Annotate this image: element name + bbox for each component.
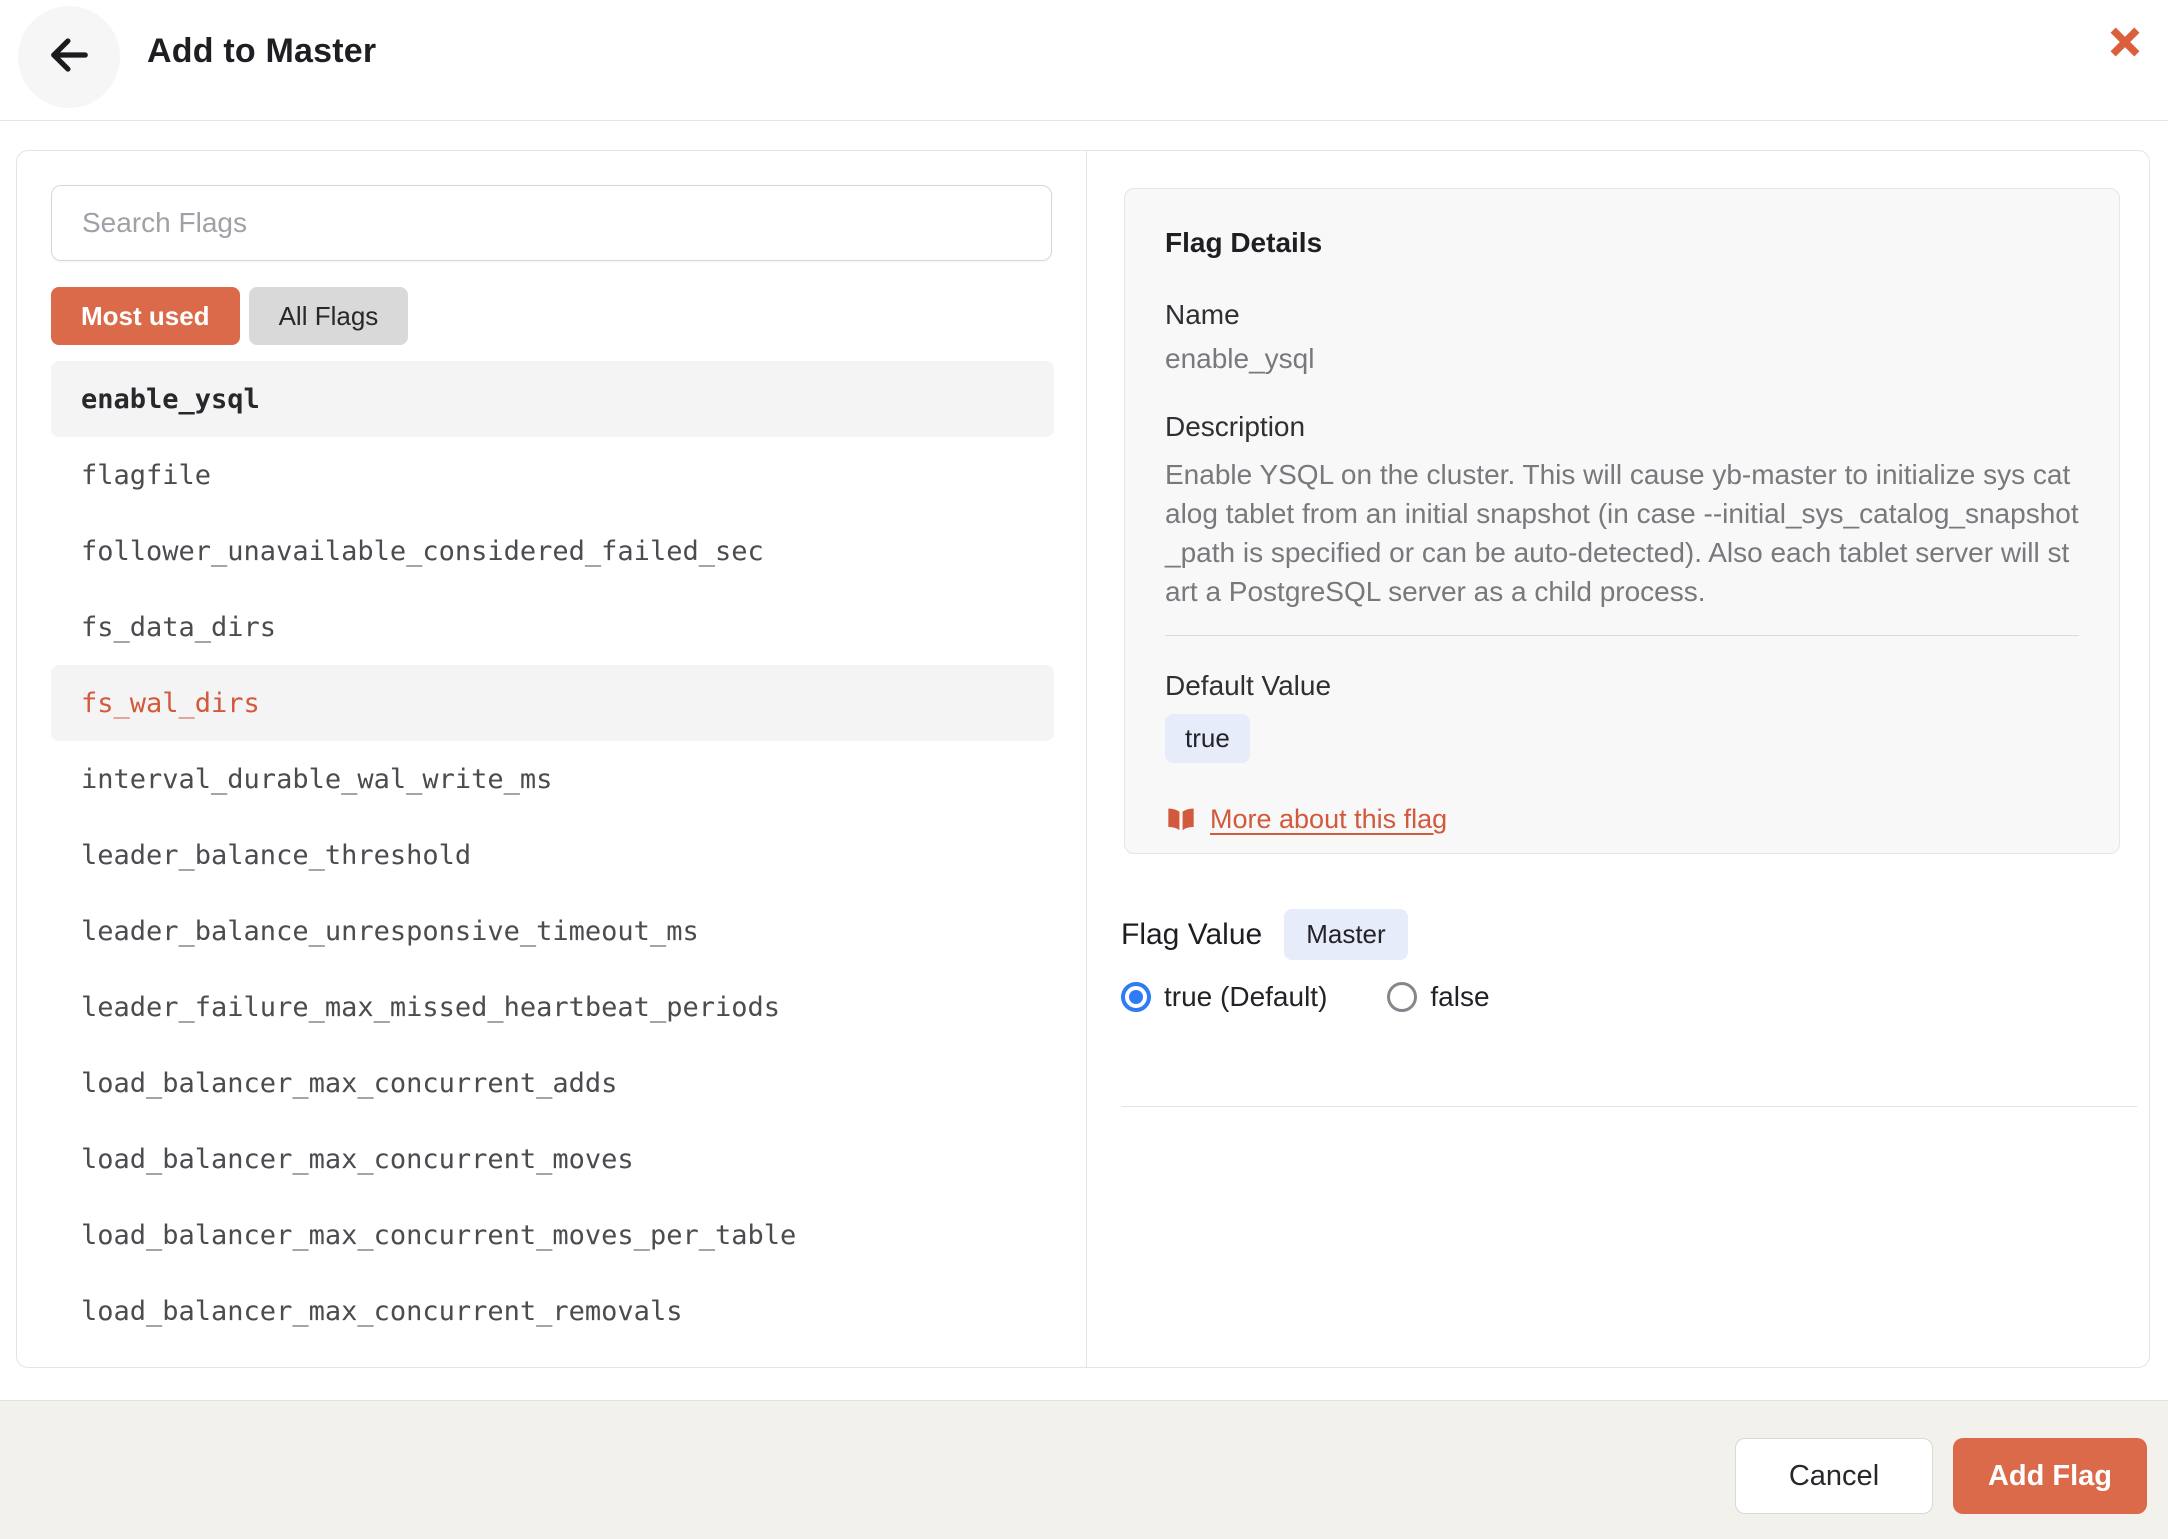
default-value-badge: true — [1165, 714, 1250, 763]
flag-value-label: Flag Value — [1121, 918, 1262, 952]
radio-label-true: true (Default) — [1164, 981, 1327, 1013]
flag-list-item-load_balancer_max_concurrent_removals[interactable]: load_balancer_max_concurrent_removals — [51, 1273, 1054, 1349]
flag-list-item-fs_data_dirs[interactable]: fs_data_dirs — [51, 589, 1054, 665]
flag-list-item-flagfile[interactable]: flagfile — [51, 437, 1054, 513]
flag-list-item-leader_balance_threshold[interactable]: leader_balance_threshold — [51, 817, 1054, 893]
modal-header: Add to Master — [0, 0, 2168, 121]
add-flag-button[interactable]: Add Flag — [1953, 1438, 2147, 1514]
flag-list-item-enable_ysql[interactable]: enable_ysql — [51, 361, 1054, 437]
flag-filter-tabs: Most used All Flags — [51, 287, 408, 345]
flag-list-item-leader_failure_max_missed_heartbeat_periods[interactable]: leader_failure_max_missed_heartbeat_peri… — [51, 969, 1054, 1045]
flag-value-radio-false[interactable]: false — [1387, 981, 1489, 1013]
tab-most-used[interactable]: Most used — [51, 287, 240, 345]
radio-label-false: false — [1430, 981, 1489, 1013]
section-divider — [1121, 1106, 2137, 1107]
flag-value-radio-group: true (Default) false — [1121, 981, 1490, 1013]
description-value: Enable YSQL on the cluster. This will ca… — [1165, 455, 2079, 611]
name-label: Name — [1165, 299, 2079, 331]
name-value: enable_ysql — [1165, 343, 2079, 375]
flag-value-row: Flag Value Master — [1121, 909, 1408, 960]
scope-badge-master: Master — [1284, 909, 1407, 960]
back-button[interactable] — [18, 6, 120, 108]
flag-value-radio-true[interactable]: true (Default) — [1121, 981, 1327, 1013]
close-button[interactable] — [2104, 23, 2146, 65]
flag-list-item-load_balancer_max_concurrent_moves_per_table[interactable]: load_balancer_max_concurrent_moves_per_t… — [51, 1197, 1054, 1273]
arrow-left-icon — [43, 29, 95, 86]
flag-list-item-load_balancer_max_concurrent_adds[interactable]: load_balancer_max_concurrent_adds — [51, 1045, 1054, 1121]
flag-list-item-follower_unavailable_considered_failed_sec[interactable]: follower_unavailable_considered_failed_s… — [51, 513, 1054, 589]
modal-body: Most used All Flags enable_ysqlflagfilef… — [16, 150, 2150, 1368]
modal-footer: Cancel Add Flag — [0, 1400, 2168, 1539]
flag-details-title: Flag Details — [1165, 227, 2079, 259]
more-about-flag-label: More about this flag — [1210, 804, 1447, 835]
flag-list: enable_ysqlflagfilefollower_unavailable_… — [51, 361, 1054, 1349]
flag-list-item-leader_balance_unresponsive_timeout_ms[interactable]: leader_balance_unresponsive_timeout_ms — [51, 893, 1054, 969]
column-divider — [1086, 151, 1087, 1367]
flag-details-card: Flag Details Name enable_ysql Descriptio… — [1124, 188, 2120, 854]
more-about-flag-link[interactable]: More about this flag — [1165, 803, 2079, 835]
flag-list-item-load_balancer_max_concurrent_moves[interactable]: load_balancer_max_concurrent_moves — [51, 1121, 1054, 1197]
cancel-button[interactable]: Cancel — [1735, 1438, 1933, 1514]
page-title: Add to Master — [147, 32, 376, 71]
flag-list-item-fs_wal_dirs[interactable]: fs_wal_dirs — [51, 665, 1054, 741]
radio-unselected-icon[interactable] — [1387, 982, 1417, 1012]
default-value-label: Default Value — [1165, 670, 2079, 702]
radio-selected-icon[interactable] — [1121, 982, 1151, 1012]
flag-list-item-interval_durable_wal_write_ms[interactable]: interval_durable_wal_write_ms — [51, 741, 1054, 817]
tab-all-flags[interactable]: All Flags — [249, 287, 409, 345]
search-input[interactable] — [51, 185, 1052, 261]
description-label: Description — [1165, 411, 2079, 443]
close-icon — [2106, 23, 2144, 66]
card-divider — [1165, 635, 2079, 636]
open-book-icon — [1165, 803, 1197, 835]
